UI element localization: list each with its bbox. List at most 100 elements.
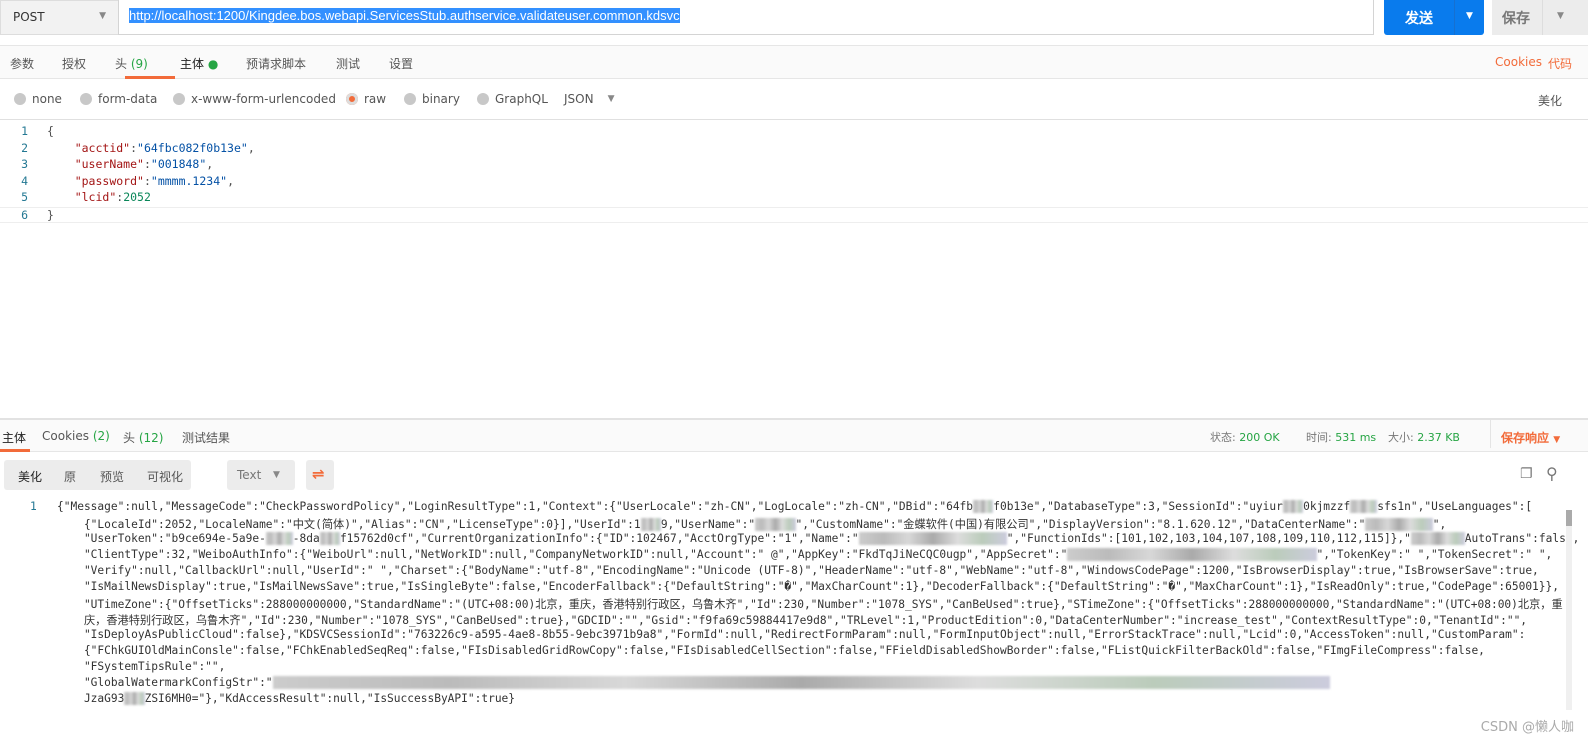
radio-none[interactable]: none [14,92,62,106]
json-text: {"Message":null,"MessageCode":"CheckPass… [57,500,974,513]
response-format-select[interactable]: Text ▼ [227,460,295,490]
url-input[interactable]: http://localhost:1200/Kingdee.bos.webapi… [118,0,1374,35]
wrap-lines-button[interactable]: ⇌ [306,460,334,490]
view-pretty[interactable]: 美化 [18,468,42,485]
response-line: {"LocaleId":2052,"LocaleName":"中文(简体)","… [57,516,1446,532]
save-response-button[interactable]: 保存响应 ▼ [1501,429,1560,446]
tab-headers[interactable]: 头 (9) [115,55,148,72]
view-preview[interactable]: 预览 [100,468,124,485]
radio-raw[interactable]: raw [346,92,386,106]
radio-icon [80,93,92,105]
tab-auth[interactable]: 授权 [62,55,86,72]
tab-response-headers[interactable]: 头 (12) [123,429,163,446]
json-text: sfs1n","UseLanguages":[ [1377,500,1533,513]
redacted-text: ### [973,500,994,513]
tab-body[interactable]: 主体 ● [180,55,218,72]
chevron-down-icon: ▼ [1553,435,1561,445]
radio-icon [14,93,26,105]
response-line: "FSystemTipsRule":"", [57,660,225,676]
search-icon[interactable]: ⚲ [1546,464,1558,483]
json-text: ","CustomName":"金蝶软件(中国)有限公司","DisplayVe… [795,518,1366,531]
body-editor[interactable]: 1{2 "acctid":"64fbc082f0b13e", 3 "userNam… [0,119,1588,415]
wrap-icon: ⇌ [312,465,325,483]
json-text: f0b13e","DatabaseType":3,"SessionId":"uy… [993,500,1283,513]
response-tabs: 主体 Cookies (2) 头 (12) 测试结果 状态: 200 OK 时间… [0,418,1588,452]
redacted-text: ###################### [858,532,1007,545]
size-value: 2.37 KB [1417,431,1460,444]
method-select[interactable]: POST ▼ [0,0,118,35]
scrollbar-thumb[interactable] [1566,510,1572,526]
tab-settings[interactable]: 设置 [389,55,413,72]
response-toolbar: 美化 原 预览 可视化 Text ▼ ⇌ ❐ ⚲ [0,460,1588,492]
radio-label: none [32,92,62,106]
url-text: http://localhost:1200/Kingdee.bos.webapi… [129,8,680,23]
editor-line: 2 "acctid":"64fbc082f0b13e", [0,141,1588,157]
radio-x-www-form-urlencoded[interactable]: x-www-form-urlencoded [173,92,336,106]
radio-binary[interactable]: binary [404,92,460,106]
method-value: POST [13,10,45,24]
body-type-options: none form-data x-www-form-urlencoded raw… [0,80,1588,118]
active-tab-underline [125,76,175,79]
response-line: "IsMailNewsDisplay":true,"IsMailNewsSave… [57,580,1559,596]
send-button[interactable]: 发送 ▼ [1384,0,1484,35]
tab-test-results[interactable]: 测试结果 [182,429,230,446]
line-number: 6 [21,207,28,222]
redacted-text: ########################################… [272,676,1331,689]
response-line: {"FChkGUIOldMainConsle":false,"FChkEnabl… [57,644,1485,660]
scrollbar[interactable] [1566,510,1572,710]
redacted-text: ### [319,532,340,545]
json-text: 0kjmzzf [1303,500,1351,513]
radio-label: raw [364,92,387,106]
json-text: 9,"UserName":" [660,518,756,531]
redacted-text: ### [640,518,661,531]
redacted-text: #### [1350,500,1378,513]
code-text: "userName":"001848", [74,157,214,171]
view-visualize[interactable]: 可视化 [147,468,183,485]
chevron-down-icon: ▼ [273,470,280,480]
time-info: 时间: 531 ms [1306,429,1376,445]
tab-response-cookies[interactable]: Cookies (2) [42,429,110,443]
save-dropdown-icon[interactable]: ▼ [1542,0,1588,35]
code-text: "password":"mmmm.1234", [74,173,234,188]
response-line: 庆，香港特别行政区，乌鲁木齐","Id":230,"Number":"1078_… [57,612,1527,628]
json-text: "IsMailNewsDisplay":true,"IsMailNewsSave… [57,580,1560,593]
code-link[interactable]: 代码 [1548,55,1572,72]
line-number: 2 [21,140,28,155]
json-text: "ClientType":32,"WeiboAuthInfo":{"WeiboU… [57,548,1068,561]
send-dropdown-icon[interactable]: ▼ [1454,0,1484,35]
editor-line: 5 "lcid":2052 [0,190,1588,206]
view-raw[interactable]: 原 [64,468,76,485]
tab-response-body[interactable]: 主体 [2,429,26,446]
send-label: 发送 [1405,11,1433,27]
tab-tests[interactable]: 测试 [336,55,360,72]
response-line: JzaG93###ZSI6MH0="},"KdAccessResult":nul… [57,692,515,708]
format-select[interactable]: JSON ▼ [564,92,615,106]
code-text: "acctid":"64fbc082f0b13e", [74,140,255,155]
response-line: {"Message":null,"MessageCode":"CheckPass… [57,500,1532,516]
radio-icon [404,93,416,105]
watermark: CSDN @懒人咖 [1480,720,1574,735]
save-button[interactable]: 保存 ▼ [1492,0,1588,35]
tab-prerequest-script[interactable]: 预请求脚本 [246,55,306,72]
divider [1490,420,1491,448]
tab-label: 主体 [180,57,205,71]
radio-label: binary [422,92,460,106]
radio-form-data[interactable]: form-data [80,92,157,106]
tab-label: Cookies [42,429,89,443]
chevron-down-icon: ▼ [607,94,615,104]
radio-label: GraphQL [495,92,548,106]
redacted-text: ### [124,692,145,705]
time-value: 531 ms [1335,431,1377,444]
radio-graphql[interactable]: GraphQL [477,92,548,106]
copy-icon[interactable]: ❐ [1520,466,1533,482]
chevron-down-icon: ▼ [99,11,106,21]
json-text: "UserToken":"b9ce694e-5a9e- [57,532,266,545]
tab-params[interactable]: 参数 [10,55,34,72]
response-line: "UTimeZone":{"OffsetTicks":288000000000,… [57,596,1563,612]
line-number: 1 [30,500,37,513]
code-text: } [47,207,54,222]
radio-icon [173,93,185,105]
status-info: 状态: 200 OK [1210,429,1280,445]
cookies-link[interactable]: Cookies [1495,55,1542,69]
beautify-link[interactable]: 美化 [1538,92,1562,109]
